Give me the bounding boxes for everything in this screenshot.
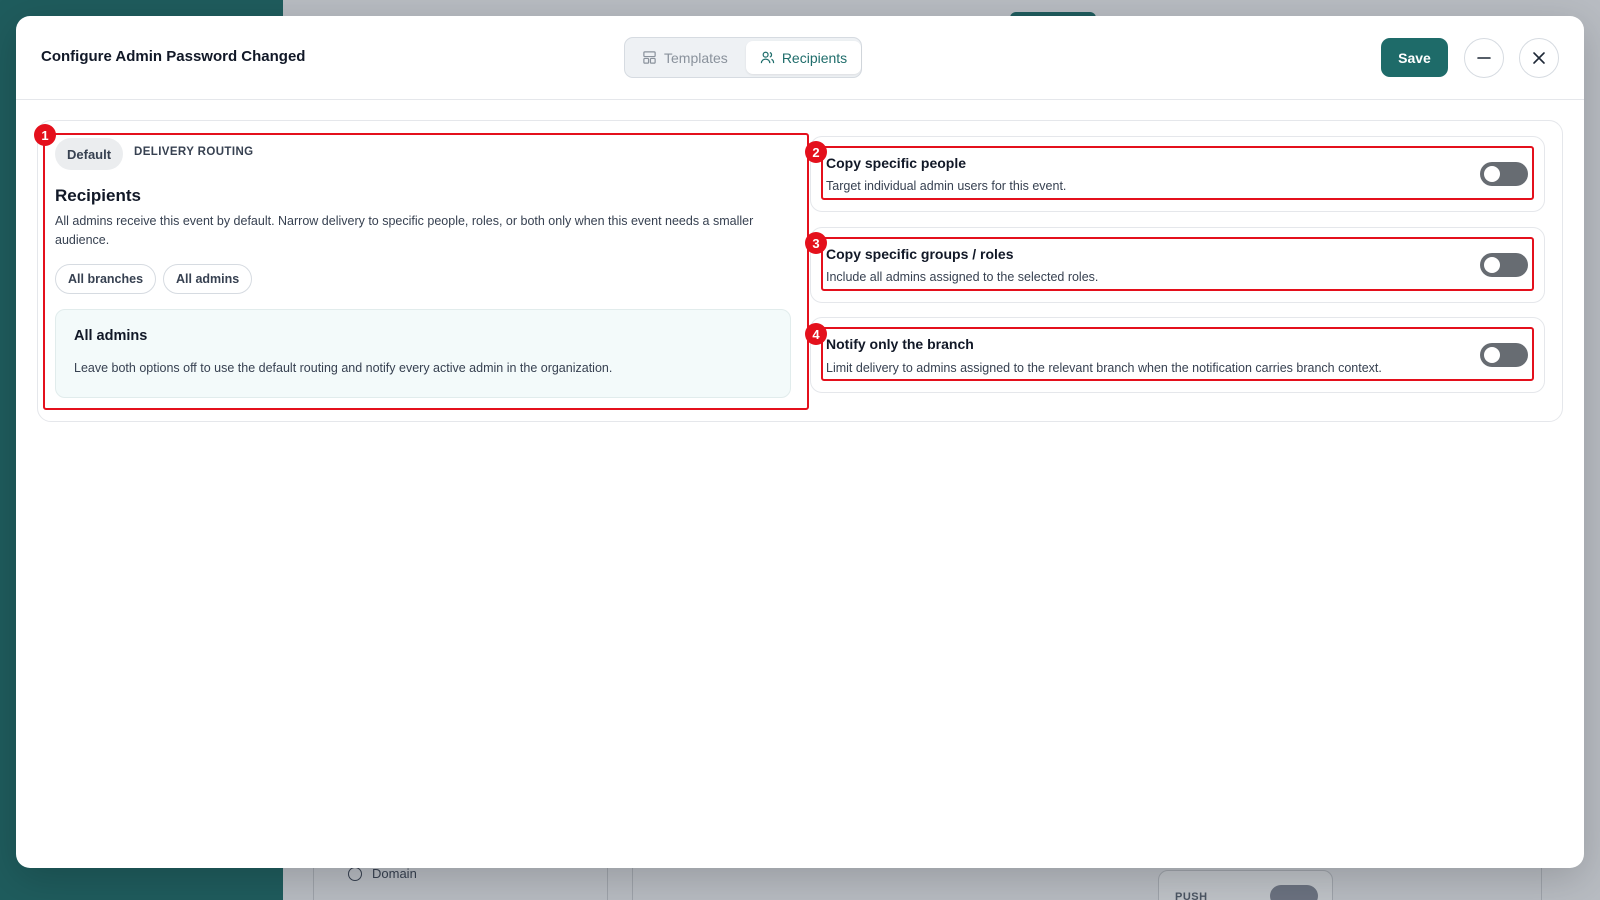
- option-desc-branch: Limit delivery to admins assigned to the…: [826, 361, 1382, 375]
- annotation-badge-4: 4: [805, 323, 827, 345]
- option-desc-people: Target individual admin users for this e…: [826, 179, 1067, 193]
- modal-title: Configure Admin Password Changed: [41, 48, 306, 65]
- background-push-card: PUSH: [1158, 870, 1333, 900]
- minus-icon: [1477, 57, 1491, 59]
- toggle-copy-roles[interactable]: [1480, 253, 1528, 277]
- routing-info-box: All admins Leave both options off to use…: [55, 309, 791, 398]
- default-chip[interactable]: Default: [55, 138, 124, 170]
- annotation-badge-1: 1: [34, 124, 56, 146]
- push-label: PUSH: [1175, 891, 1208, 900]
- layout-icon: [643, 51, 656, 64]
- modal-header: Configure Admin Password Changed Templat…: [16, 16, 1584, 100]
- tab-label: Templates: [664, 49, 728, 66]
- tab-templates[interactable]: Templates: [628, 41, 742, 74]
- delivery-routing-label: DELIVERY ROUTING: [134, 146, 254, 158]
- users-icon: [760, 51, 775, 64]
- globe-icon: [348, 866, 362, 881]
- scope-pill-admins[interactable]: All admins: [163, 264, 253, 294]
- option-desc-roles: Include all admins assigned to the selec…: [826, 270, 1099, 284]
- minimize-button[interactable]: [1464, 38, 1504, 78]
- recipients-description: All admins receive this event by default…: [55, 214, 754, 247]
- annotation-badge-3: 3: [805, 232, 827, 254]
- option-title-branch: Notify only the branch: [826, 336, 974, 352]
- option-title-roles: Copy specific groups / roles: [826, 246, 1014, 262]
- toggle-copy-people[interactable]: [1480, 162, 1528, 186]
- annotation-badge-2: 2: [805, 141, 827, 163]
- modal-tabs: Templates Recipients: [624, 37, 862, 78]
- info-title: All admins: [74, 328, 148, 344]
- info-description: Leave both options off to use the defaul…: [74, 361, 613, 375]
- background-nav-item-domain: Domain: [348, 866, 417, 881]
- background-nav-label: Domain: [372, 866, 417, 881]
- close-button[interactable]: [1519, 38, 1559, 78]
- close-icon: [1533, 52, 1545, 64]
- tab-recipients[interactable]: Recipients: [745, 41, 862, 74]
- recipients-title: Recipients: [55, 186, 141, 205]
- save-button[interactable]: Save: [1381, 38, 1448, 77]
- scope-pill-branches[interactable]: All branches: [55, 264, 157, 294]
- background-toggle: [1270, 885, 1318, 900]
- tab-label: Recipients: [781, 49, 848, 66]
- option-title-people: Copy specific people: [826, 155, 967, 171]
- toggle-notify-branch[interactable]: [1480, 343, 1528, 367]
- configure-modal: Configure Admin Password Changed Templat…: [16, 16, 1584, 868]
